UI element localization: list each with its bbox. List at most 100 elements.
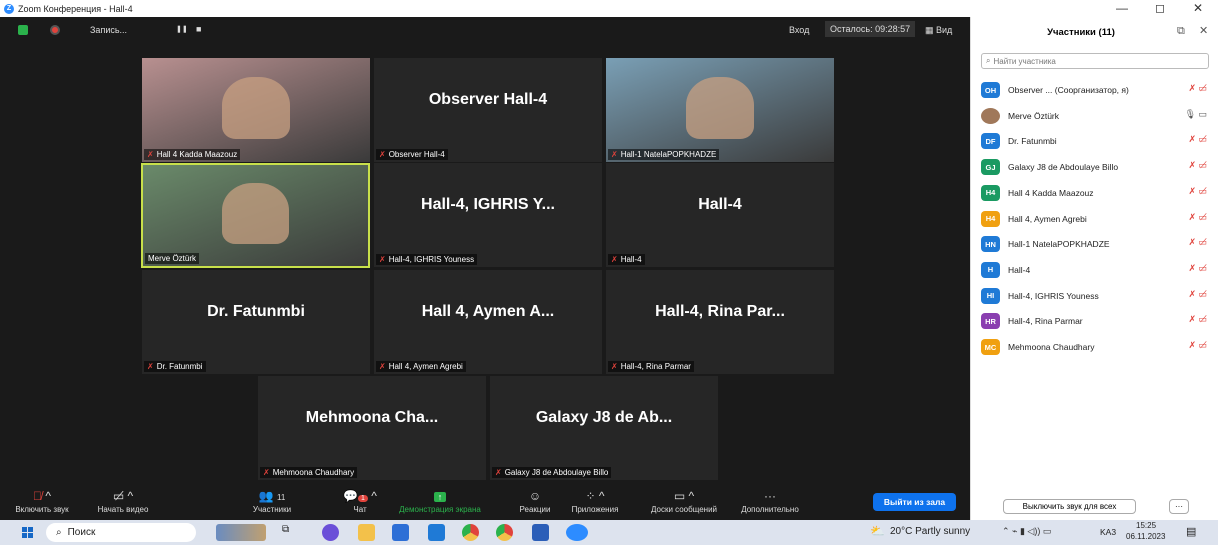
apps-button[interactable]: ⁘ ^ Приложения xyxy=(565,489,625,514)
view-button[interactable]: ▦ Вид xyxy=(925,25,952,36)
pause-recording-button[interactable]: ❚❚ xyxy=(176,25,188,33)
participant-row[interactable]: Merve Öztürk 🎙 ▭ xyxy=(981,106,1211,126)
popout-icon[interactable]: ⧉ xyxy=(1177,25,1185,38)
mic-muted-icon: ✗ xyxy=(611,255,618,264)
file-explorer-icon[interactable] xyxy=(358,524,375,541)
unmute-label: Включить звук xyxy=(15,505,69,514)
mic-camera-status-icon: ✗ ▭̸ xyxy=(1188,314,1207,325)
tile-name-label: ✗ Hall 4, Aymen Agrebi xyxy=(376,361,466,372)
mic-muted-icon: ✗ xyxy=(611,150,618,159)
tile-name-label: ✗ Hall-4, IGHRIS Youness xyxy=(376,254,478,265)
participant-name: Hall-4, IGHRIS Youness xyxy=(1008,290,1099,301)
mic-muted-icon: ✗ xyxy=(263,468,270,477)
avatar: H xyxy=(981,261,1000,278)
participant-row[interactable]: MC Mehmoona Chaudhary ✗ ▭̸ xyxy=(981,337,1211,357)
participant-row[interactable]: HR Hall-4, Rina Parmar ✗ ▭̸ xyxy=(981,311,1211,331)
video-tile[interactable]: ✗ Hall 4 Kadda Maazouz xyxy=(142,58,370,162)
record-icon xyxy=(50,25,60,35)
search-icon: ⌕ xyxy=(986,56,991,65)
whiteboard-button[interactable]: ▭ ^ Доски сообщений xyxy=(641,489,727,514)
video-tile[interactable]: ✗ Hall-1 NatelaPOPKHADZE xyxy=(606,58,834,162)
app-purple-icon[interactable] xyxy=(322,524,339,541)
participant-row[interactable]: HI Hall-4, IGHRIS Youness ✗ ▭̸ xyxy=(981,286,1211,306)
panel-close-icon[interactable]: ✕ xyxy=(1199,24,1208,37)
stop-recording-button[interactable]: ■ xyxy=(196,24,201,34)
panel-more-button[interactable]: ··· xyxy=(1169,499,1189,514)
mail-icon[interactable] xyxy=(428,524,445,541)
tile-name-label: ✗ Galaxy J8 de Abdoulaye Billo xyxy=(492,467,612,478)
notification-icon[interactable]: ▤ xyxy=(1186,525,1196,538)
avatar: HI xyxy=(981,287,1000,304)
chrome-icon[interactable] xyxy=(462,524,479,541)
word-icon[interactable] xyxy=(532,524,549,541)
participant-name: Hall 4 Kadda Maazouz xyxy=(1008,187,1094,198)
mute-all-button[interactable]: Выключить звук для всех xyxy=(1003,499,1136,514)
taskbar-search-label: Поиск xyxy=(67,527,96,538)
mic-camera-status-icon: 🎙 ▭ xyxy=(1184,108,1207,119)
participant-name: Hall-1 NatelaPOPKHADZE xyxy=(1008,239,1110,250)
avatar: DF xyxy=(981,133,1000,150)
maximize-button[interactable]: ◻ xyxy=(1140,0,1180,17)
share-screen-icon: ↑ xyxy=(395,489,485,505)
video-tile[interactable]: Hall 4, Aymen A... ✗ Hall 4, Aymen Agrebi xyxy=(374,270,602,374)
video-tile[interactable]: Mehmoona Cha... ✗ Mehmoona Chaudhary xyxy=(258,376,486,480)
shield-icon[interactable] xyxy=(18,25,28,35)
chat-badge: 1 xyxy=(358,495,368,502)
minimize-button[interactable]: — xyxy=(1102,0,1142,17)
tile-name-label: Merve Öztürk xyxy=(145,253,200,264)
participant-row[interactable]: OH Observer ... (Соорганизатор, я) ✗ ▭̸ xyxy=(981,80,1211,100)
grid-icon: ▦ xyxy=(925,25,934,35)
video-tile[interactable]: Merve Öztürk xyxy=(141,163,370,268)
more-button[interactable]: ··· Дополнительно xyxy=(735,489,805,514)
participant-row[interactable]: GJ Galaxy J8 de Abdoulaye Billo ✗ ▭̸ xyxy=(981,157,1211,177)
taskbar-search-icon: ⌕ xyxy=(56,527,62,538)
participant-search[interactable]: ⌕ Найти участника xyxy=(981,53,1209,69)
participant-name: Dr. Fatunmbi xyxy=(1008,136,1057,147)
video-tile[interactable]: Hall-4 ✗ Hall-4 xyxy=(606,163,834,267)
video-tile[interactable]: Observer Hall-4 ✗ Observer Hall-4 xyxy=(374,58,602,162)
task-view-icon[interactable]: ⧉ xyxy=(282,524,299,541)
store-icon[interactable] xyxy=(392,524,409,541)
leave-room-button[interactable]: Выйти из зала xyxy=(873,493,956,511)
participant-row[interactable]: HN Hall-1 NatelaPOPKHADZE ✗ ▭̸ xyxy=(981,234,1211,254)
taskbar-image-app-icon[interactable] xyxy=(216,524,266,541)
chrome-profile-icon[interactable] xyxy=(496,524,513,541)
tile-display-name: Galaxy J8 de Ab... xyxy=(535,408,673,426)
mic-camera-status-icon: ✗ ▭̸ xyxy=(1188,288,1207,299)
close-button[interactable]: ✕ xyxy=(1178,0,1218,17)
participant-row[interactable]: DF Dr. Fatunmbi ✗ ▭̸ xyxy=(981,131,1211,151)
zoom-logo-icon: Z xyxy=(4,3,14,14)
mic-muted-icon: ✗ xyxy=(379,362,386,371)
share-screen-button[interactable]: ↑ Демонстрация экрана xyxy=(395,489,485,514)
mic-muted-icon: ✗ xyxy=(611,362,618,371)
weather-label[interactable]: 20°C Partly sunny xyxy=(890,526,970,537)
taskbar-search[interactable]: ⌕ Поиск xyxy=(46,523,196,542)
participant-name: Hall-4, Rina Parmar xyxy=(1008,316,1083,327)
recording-label: Запись... xyxy=(90,25,128,35)
window-title: Zoom Конференция - Hall-4 xyxy=(18,3,133,14)
participants-button[interactable]: 👥 11 Участники xyxy=(242,489,302,514)
clock-time[interactable]: 15:25 xyxy=(1136,521,1156,530)
participant-row[interactable]: H4 Hall 4, Aymen Agrebi ✗ ▭̸ xyxy=(981,209,1211,229)
tile-name-label: ✗ Mehmoona Chaudhary xyxy=(260,467,358,478)
video-tile[interactable]: Galaxy J8 de Ab... ✗ Galaxy J8 de Abdoulay… xyxy=(490,376,718,480)
zoom-taskbar-icon[interactable] xyxy=(566,524,588,541)
chat-button[interactable]: 💬 1 ^ Чат xyxy=(340,489,380,514)
video-tile[interactable]: Hall-4, IGHRIS Y... ✗ Hall-4, IGHRIS Youne… xyxy=(374,163,602,267)
clock-date[interactable]: 06.11.2023 xyxy=(1126,532,1165,541)
reactions-button[interactable]: ☺ Реакции xyxy=(510,489,560,514)
more-icon: ··· xyxy=(764,489,776,503)
participant-row[interactable]: H4 Hall 4 Kadda Maazouz ✗ ▭̸ xyxy=(981,183,1211,203)
start-video-button[interactable]: ▭̸ ^ Начать видео xyxy=(88,489,158,514)
tile-display-name: Hall 4, Aymen A... xyxy=(421,302,555,320)
enter-button[interactable]: Вход xyxy=(789,25,809,35)
participant-name: Hall-4 xyxy=(1008,264,1031,275)
video-tile[interactable]: Hall-4, Rina Par... ✗ Hall-4, Rina Parmar xyxy=(606,270,834,374)
windows-start-icon[interactable] xyxy=(22,527,33,538)
tray-icons[interactable]: ⌃ ⌁ ▮ ◁)) ▭ xyxy=(1002,526,1051,537)
language-indicator[interactable]: KA3 xyxy=(1100,527,1116,537)
participant-row[interactable]: H Hall-4 ✗ ▭̸ xyxy=(981,260,1211,280)
video-tile[interactable]: Dr. Fatunmbi ✗ Dr. Fatunmbi xyxy=(142,270,370,374)
unmute-button[interactable]: 🎙̸ ^ Включить звук xyxy=(12,489,72,514)
tile-display-name: Hall-4, IGHRIS Y... xyxy=(421,195,555,213)
